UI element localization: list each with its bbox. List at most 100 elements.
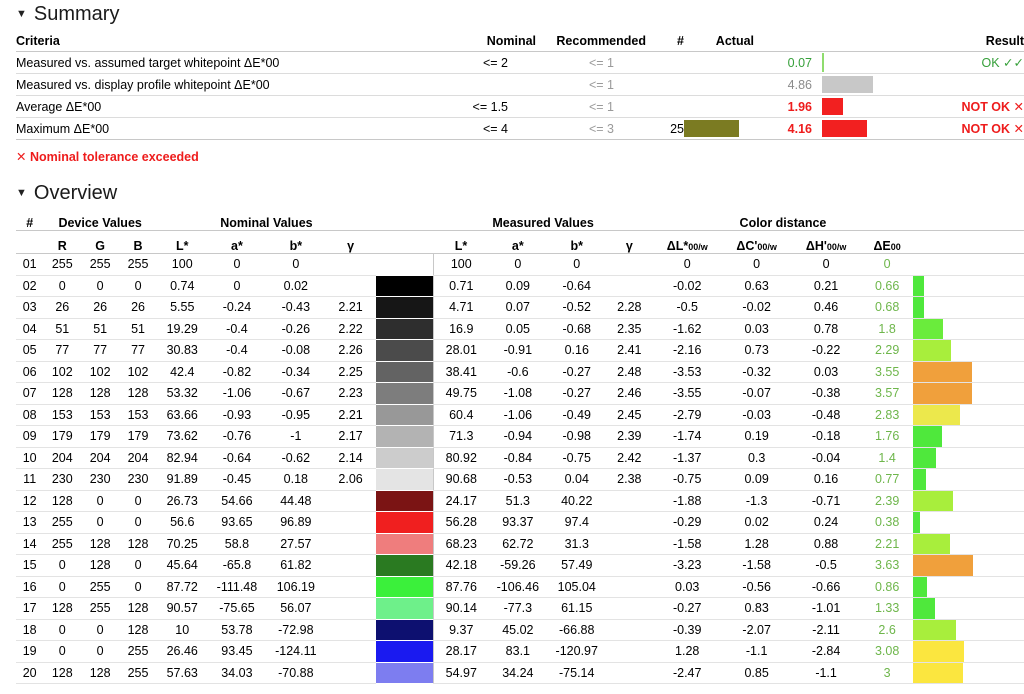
delta-l: -0.29 xyxy=(652,511,722,534)
delta-e-bar-cell xyxy=(913,640,1024,663)
device-b: 0 xyxy=(119,576,157,598)
measured-a: 51.3 xyxy=(488,490,548,512)
color-swatch xyxy=(375,426,434,447)
delta-l: -1.58 xyxy=(652,533,722,555)
delta-c: 0.73 xyxy=(721,339,792,362)
device-r: 128 xyxy=(43,662,82,684)
delta-e: 3 xyxy=(860,662,914,684)
overview-sub-index xyxy=(16,230,44,254)
delta-e-bar xyxy=(913,490,954,511)
nominal-l: 91.89 xyxy=(156,468,208,491)
chevron-down-icon[interactable]: ▼ xyxy=(16,188,27,199)
measured-gamma xyxy=(606,640,653,663)
device-g: 128 xyxy=(81,533,120,555)
delta-l: -0.02 xyxy=(652,275,722,297)
measured-a: 34.24 xyxy=(488,662,548,684)
measured-gamma: 2.35 xyxy=(606,318,653,340)
delta-e-bar xyxy=(913,662,964,683)
summary-recommended: <= 1 xyxy=(536,95,646,118)
nominal-l: 42.4 xyxy=(156,361,208,383)
delta-e-bar-cell xyxy=(913,339,1024,362)
summary-result xyxy=(922,73,1024,96)
measured-a: -77.3 xyxy=(488,597,548,620)
overview-section-header[interactable]: ▼ Overview xyxy=(0,182,1024,205)
color-swatch-cell xyxy=(375,555,434,577)
nominal-b: -0.34 xyxy=(266,361,326,383)
measured-gamma xyxy=(606,619,653,641)
row-index: 19 xyxy=(16,640,44,663)
measured-l: 90.14 xyxy=(433,597,489,620)
color-swatch xyxy=(375,641,434,662)
chevron-down-icon[interactable]: ▼ xyxy=(16,9,27,20)
nominal-l: 82.94 xyxy=(156,447,208,469)
device-r: 0 xyxy=(43,275,82,297)
delta-l: -3.53 xyxy=(652,361,722,383)
row-index: 05 xyxy=(16,339,44,362)
delta-e-sub: 00 xyxy=(890,242,901,252)
delta-e-bar-cell xyxy=(913,554,1024,577)
nominal-b: -0.62 xyxy=(266,447,326,469)
delta-e-bar xyxy=(913,361,973,382)
measured-b: 97.4 xyxy=(547,511,607,534)
nominal-b: -1 xyxy=(266,425,326,448)
delta-c: -1.58 xyxy=(721,554,792,577)
nominal-a: 0 xyxy=(207,275,267,297)
summary-col-result-spacer xyxy=(822,34,922,52)
summary-col-recommended: Recommended xyxy=(536,34,646,52)
measured-l: 24.17 xyxy=(433,490,489,512)
device-b: 128 xyxy=(119,533,157,555)
delta-e-bar-cell xyxy=(913,576,1024,598)
nominal-gamma xyxy=(325,511,376,534)
delta-e-bar-cell xyxy=(913,318,1024,340)
summary-table: Criteria Nominal Recommended # Actual Re… xyxy=(16,34,1024,140)
delta-c-label: ΔC' xyxy=(736,239,758,253)
table-row: 04 51 51 51 19.29 -0.4 -0.26 2.22 16.9 0.05 -0.68 2… xyxy=(16,318,1024,340)
summary-actual: 4.86 xyxy=(754,73,822,96)
nominal-gamma xyxy=(325,640,376,663)
delta-l: 1.28 xyxy=(652,640,722,663)
nominal-l: 53.32 xyxy=(156,382,208,405)
delta-e-bar xyxy=(913,533,951,554)
nominal-l: 73.62 xyxy=(156,425,208,448)
summary-col-actual-bar xyxy=(754,34,822,52)
delta-e: 2.21 xyxy=(860,533,914,555)
summary-actual-bar xyxy=(822,117,922,140)
delta-e-bar-cell xyxy=(913,468,1024,491)
nominal-gamma: 2.06 xyxy=(325,468,376,491)
device-r: 77 xyxy=(43,339,82,362)
summary-result: OK ✓✓ xyxy=(922,51,1024,74)
delta-e: 3.55 xyxy=(860,361,914,383)
delta-l: -2.16 xyxy=(652,339,722,362)
measured-l: 9.37 xyxy=(433,619,489,641)
overview-sub-nominal-b: b* xyxy=(266,230,326,254)
summary-count-bar xyxy=(684,95,754,118)
nominal-gamma: 2.21 xyxy=(325,296,376,319)
row-index: 10 xyxy=(16,447,44,469)
nominal-a: -0.24 xyxy=(207,296,267,319)
nominal-a: -111.48 xyxy=(207,576,267,598)
actual-bar-fill xyxy=(822,98,843,115)
table-row: 11 230 230 230 91.89 -0.45 0.18 2.06 90.68 -0.53 0… xyxy=(16,468,1024,491)
delta-e-bar xyxy=(913,426,943,447)
device-g: 255 xyxy=(81,253,120,276)
overview-sub-measured-gamma: γ xyxy=(606,230,653,254)
delta-c: -0.56 xyxy=(721,576,792,598)
summary-nominal: <= 2 xyxy=(436,51,536,74)
color-swatch-cell xyxy=(375,318,434,340)
device-g: 26 xyxy=(81,296,120,319)
delta-e-bar-cell xyxy=(913,275,1024,297)
measured-b: 61.15 xyxy=(547,597,607,620)
delta-e: 0.38 xyxy=(860,511,914,534)
summary-row: Maximum ΔE*00 <= 4 <= 3 25 4.16 NOT OK ✕ xyxy=(16,117,1024,140)
delta-c: 0.3 xyxy=(721,447,792,469)
delta-e: 1.8 xyxy=(860,318,914,340)
summary-recommended: <= 1 xyxy=(536,51,646,74)
measured-gamma: 2.41 xyxy=(606,339,653,362)
table-row: 02 0 0 0 0.74 0 0.02 0.71 0.09 -0.64 -0.02 0.63 0.21… xyxy=(16,275,1024,297)
nominal-b: -0.26 xyxy=(266,318,326,340)
nominal-gamma xyxy=(325,554,376,577)
row-index: 17 xyxy=(16,597,44,620)
measured-b: -0.27 xyxy=(547,361,607,383)
delta-e: 2.39 xyxy=(860,490,914,512)
summary-section-header[interactable]: ▼ Summary xyxy=(0,3,1024,26)
